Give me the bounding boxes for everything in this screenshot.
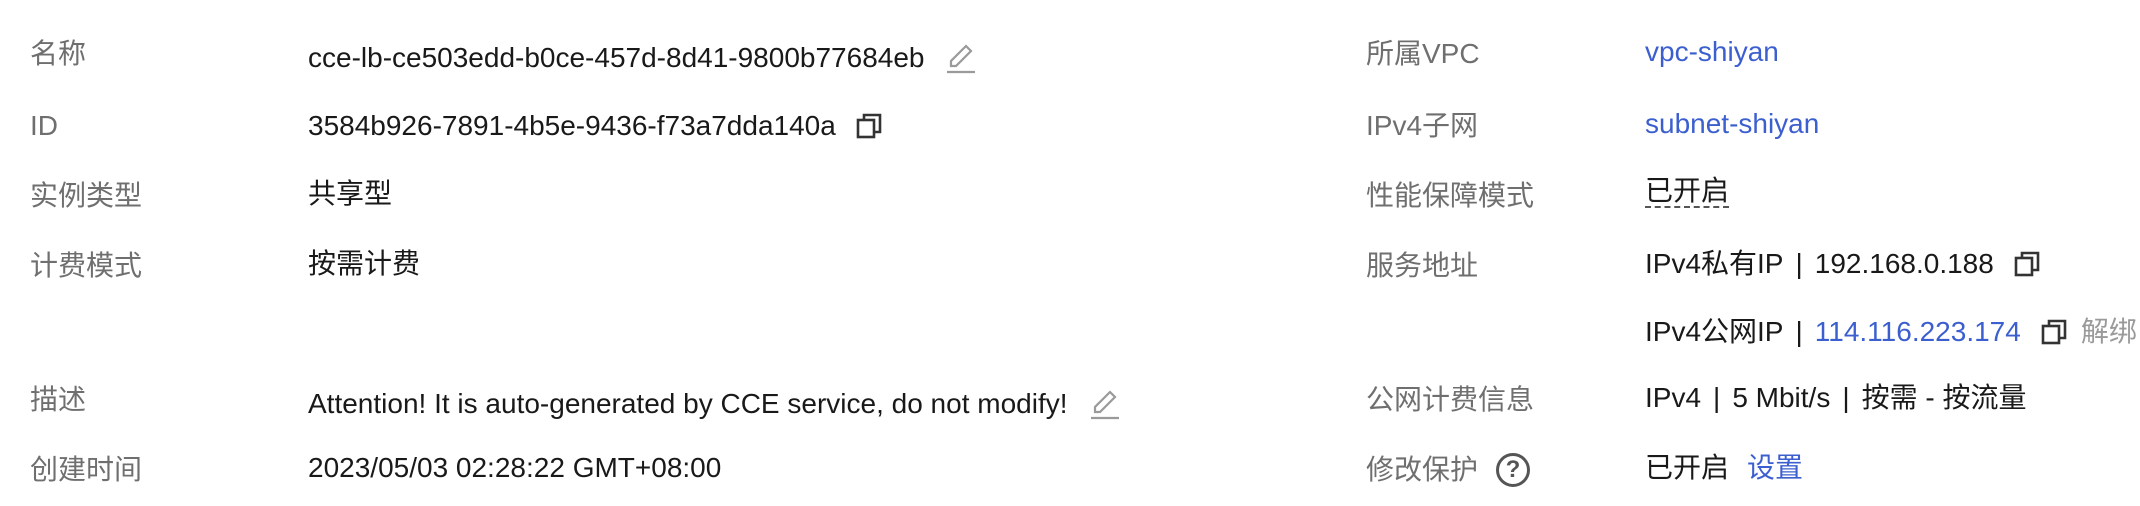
description-value: Attention! It is auto-generated by CCE s… <box>308 388 1068 419</box>
unbind-button[interactable]: 解绑 <box>2081 314 2137 350</box>
performance-mode-value-row: 已开启 <box>1645 176 1730 208</box>
id-label: ID <box>30 110 58 141</box>
vpc-link[interactable]: vpc-shiyan <box>1645 34 1779 70</box>
name-label: 名称 <box>30 38 87 69</box>
subnet-link[interactable]: subnet-shiyan <box>1645 106 1819 142</box>
performance-mode-label: 性能保障模式 <box>1366 180 1535 211</box>
private-ip-row: IPv4私有IP | 192.168.0.188 <box>1645 246 2042 282</box>
created-time-value: 2023/05/03 02:28:22 GMT+08:00 <box>308 452 722 483</box>
service-address-label: 服务地址 <box>1366 250 1479 281</box>
public-ip-label: IPv4公网IP <box>1645 316 1784 347</box>
public-billing-value-row: IPv4 | 5 Mbit/s | 按需 - 按流量 <box>1645 380 2027 416</box>
copy-public-ip-icon[interactable] <box>2039 317 2069 347</box>
subnet-label: IPv4子网 <box>1366 110 1479 141</box>
instance-type-label: 实例类型 <box>30 180 143 211</box>
description-label: 描述 <box>30 384 87 415</box>
billing-type: 按需 - 按流量 <box>1861 382 2027 413</box>
separator: | <box>1795 248 1803 279</box>
bandwidth: 5 Mbit/s <box>1732 382 1831 413</box>
separator: | <box>1795 316 1803 347</box>
public-ip-link[interactable]: 114.116.223.174 <box>1815 314 2021 350</box>
separator: | <box>1713 382 1721 413</box>
separator: | <box>1842 382 1850 413</box>
edit-description-icon[interactable] <box>1088 387 1122 421</box>
copy-id-icon[interactable] <box>854 111 884 141</box>
settings-link[interactable]: 设置 <box>1747 450 1803 486</box>
copy-private-ip-icon[interactable] <box>2012 249 2042 279</box>
private-ip-label: IPv4私有IP <box>1645 248 1784 279</box>
performance-mode-value[interactable]: 已开启 <box>1645 176 1730 208</box>
public-billing-label: 公网计费信息 <box>1366 384 1535 415</box>
ip-version: IPv4 <box>1645 382 1702 413</box>
public-ip-row: IPv4公网IP | 114.116.223.174 解绑 <box>1645 314 2137 350</box>
id-value-row: 3584b926-7891-4b5e-9436-f73a7dda140a <box>308 108 884 144</box>
name-value-row: cce-lb-ce503edd-b0ce-457d-8d41-9800b7768… <box>308 40 978 76</box>
instance-type-value: 共享型 <box>308 178 393 209</box>
id-value: 3584b926-7891-4b5e-9436-f73a7dda140a <box>308 110 836 141</box>
edit-name-icon[interactable] <box>944 41 978 75</box>
billing-mode-value: 按需计费 <box>308 248 421 279</box>
billing-mode-label: 计费模式 <box>30 250 143 281</box>
name-value: cce-lb-ce503edd-b0ce-457d-8d41-9800b7768… <box>308 42 925 73</box>
modify-protection-label: 修改保护 <box>1366 454 1479 485</box>
modify-protection-status: 已开启 <box>1645 452 1730 483</box>
modify-protection-value-row: 已开启 设置 <box>1645 450 1803 486</box>
private-ip-value: 192.168.0.188 <box>1814 248 1994 279</box>
vpc-label: 所属VPC <box>1366 38 1480 69</box>
created-time-label: 创建时间 <box>30 454 143 485</box>
modify-protection-label-row: 修改保护 ? <box>1366 452 1531 488</box>
help-icon[interactable]: ? <box>1496 453 1531 487</box>
description-value-row: Attention! It is auto-generated by CCE s… <box>308 386 1122 422</box>
